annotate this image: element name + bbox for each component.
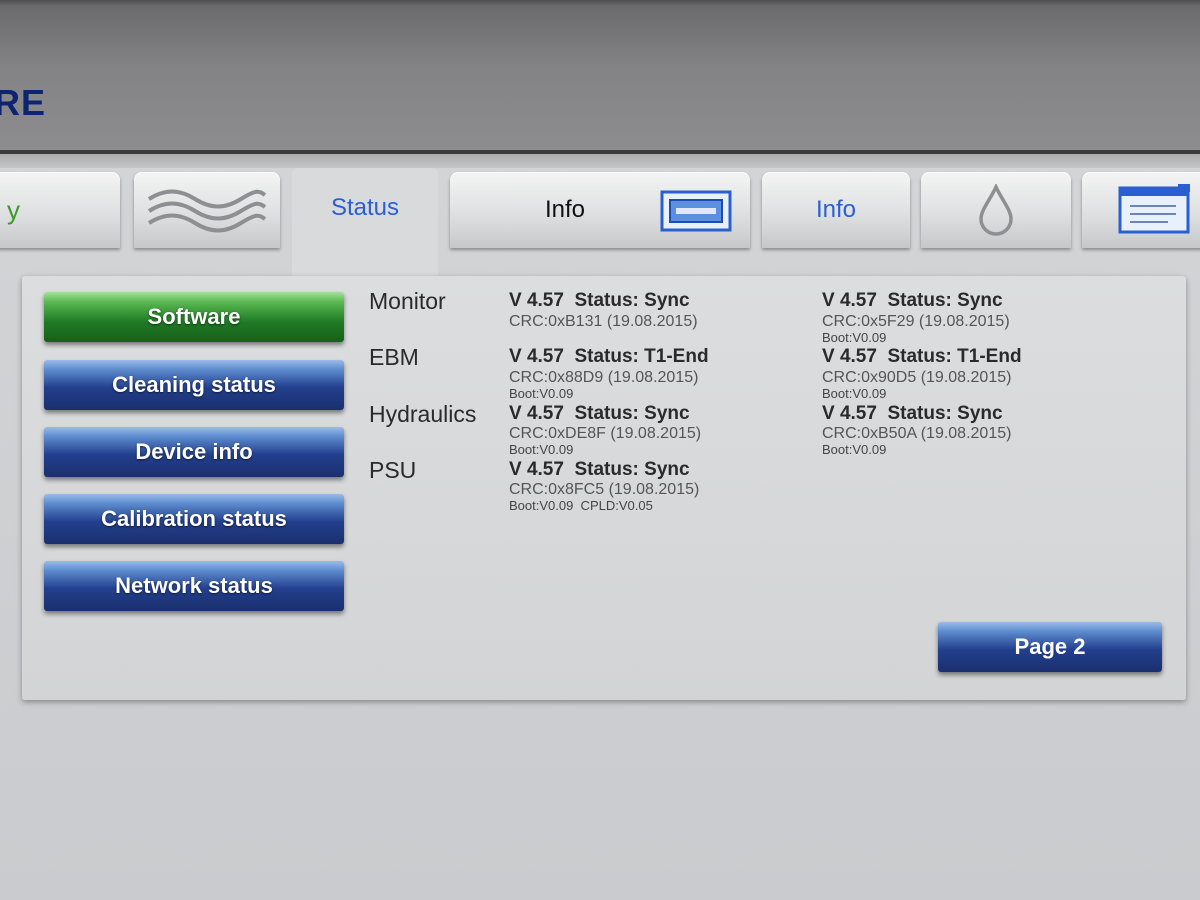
module-version: V 4.57 Status: Sync [822,290,1003,311]
module-crc: CRC:0x5F29 (19.08.2015) [822,313,1010,330]
drop-icon [976,184,1016,236]
network-status-button[interactable]: Network status [44,561,344,611]
tab-info-device[interactable]: Info [450,172,750,248]
module-version: V 4.57 Status: Sync [509,290,690,311]
device-info-button[interactable]: Device info [44,427,344,477]
app-title: RE [0,82,47,123]
header-divider [0,154,1200,168]
module-name: Monitor [369,288,446,314]
tab-waves[interactable] [134,172,280,248]
module-name: PSU [369,457,417,483]
card-slot-icon [660,190,732,232]
tab-drop[interactable] [921,172,1071,248]
page-2-button[interactable]: Page 2 [938,622,1162,672]
document-icon [1118,184,1192,236]
module-version: V 4.57 Status: T1-End [822,346,1022,367]
module-boot: Boot:V0.09 [822,442,887,457]
module-boot: Boot:V0.09 CPLD:V0.05 [509,498,653,513]
cleaning-status-button[interactable]: Cleaning status [44,360,344,410]
tab-therapy[interactable]: y [0,172,120,248]
module-version: V 4.57 Status: Sync [822,403,1003,424]
module-crc: CRC:0x90D5 (19.08.2015) [822,369,1012,386]
waves-icon [145,187,269,233]
module-crc: CRC:0xB131 (19.08.2015) [509,313,698,330]
module-boot: Boot:V0.09 [822,330,887,345]
module-name: Hydraulics [369,401,477,427]
module-version: V 4.57 Status: Sync [509,403,690,424]
tab-label: Info [545,196,586,223]
module-crc: CRC:0x88D9 (19.08.2015) [509,369,699,386]
tab-label: Status [330,194,400,221]
module-version: V 4.57 Status: Sync [509,459,690,480]
module-boot: Boot:V0.09 [822,386,887,401]
tab-label: y [7,194,20,225]
module-crc: CRC:0x8FC5 (19.08.2015) [509,481,700,498]
module-name: EBM [369,344,419,370]
module-version: V 4.57 Status: T1-End [509,346,709,367]
software-button[interactable]: Software [44,292,344,342]
tab-bar: y Status Info Info [0,168,1200,278]
app-header: RE [0,0,1200,154]
tab-status[interactable]: Status [292,168,438,278]
module-boot: Boot:V0.09 [509,386,574,401]
module-crc: CRC:0xDE8F (19.08.2015) [509,425,702,442]
tab-document[interactable] [1082,172,1200,248]
status-panel: Software Cleaning status Device info Cal… [22,276,1186,700]
tab-label: Info [815,196,857,223]
module-crc: CRC:0xB50A (19.08.2015) [822,425,1012,442]
module-boot: Boot:V0.09 [509,442,574,457]
tab-info[interactable]: Info [762,172,910,248]
calibration-status-button[interactable]: Calibration status [44,494,344,544]
